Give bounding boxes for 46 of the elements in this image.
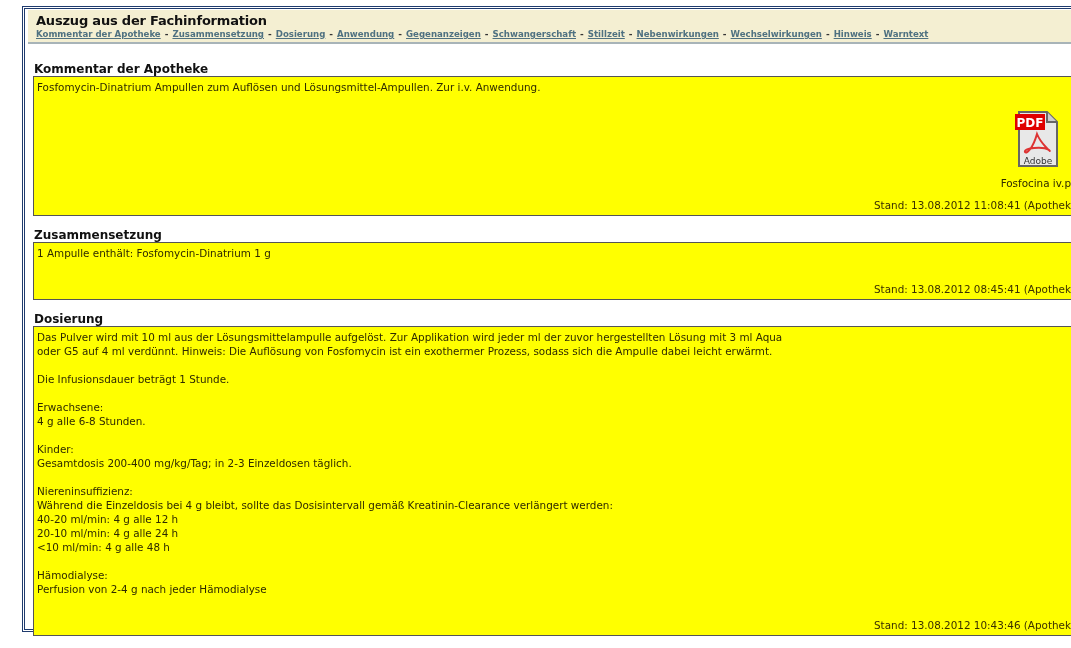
link-separator: -	[628, 29, 633, 39]
section-heading: Kommentar der Apotheke	[33, 62, 210, 76]
link-separator: -	[722, 29, 727, 39]
text-line: Perfusion von 2-4 g nach jeder Hämodialyse	[37, 582, 268, 596]
timestamp: Stand: 13.08.2012 11:08:41 (Apothek	[874, 198, 1071, 212]
section-link[interactable]: Nebenwirkungen	[636, 29, 719, 39]
page-title: Auszug aus der Fachinformation	[36, 13, 268, 28]
section-link[interactable]: Anwendung	[337, 29, 395, 39]
section-heading: Dosierung	[33, 312, 105, 326]
link-separator: -	[268, 29, 272, 39]
pdf-file-icon[interactable]: PDF Adobe	[1015, 108, 1059, 168]
text-line: Niereninsuffizienz:	[37, 484, 134, 498]
link-separator: -	[329, 29, 334, 39]
text-line: Während die Einzeldosis bei 4 g bleibt, sollte das Dosisintervall gemäß Kreatinin-Clearance verlängert werden:	[37, 498, 614, 512]
text-line: 40-20 ml/min: 4 g alle 12 h	[37, 512, 180, 526]
timestamp: Stand: 13.08.2012 08:45:41 (Apothek	[874, 282, 1071, 296]
text-line: Kinder:	[37, 442, 75, 456]
section-link[interactable]: Kommentar der Apotheke	[36, 29, 161, 39]
link-separator: -	[164, 29, 169, 39]
text-line: 20-10 ml/min: 4 g alle 24 h	[37, 526, 180, 540]
text-line: 1 Ampulle enthält: Fosfomycin-Dinatrium 1 g	[37, 246, 272, 260]
attachment-link[interactable]: Fosfocina iv.p	[1000, 176, 1071, 190]
text-line: Das Pulver wird mit 10 ml aus der Lösungsmittelampulle aufgelöst. Zur Applikation wird jeder ml der zuvor hergestellten Lösung mit 3 ml Aqua	[37, 330, 784, 344]
section-link[interactable]: Schwangerschaft	[492, 29, 576, 39]
section-link[interactable]: Wechselwirkungen	[730, 29, 822, 39]
section-link[interactable]: Zusammensetzung	[172, 29, 264, 39]
timestamp: Stand: 13.08.2012 10:43:46 (Apothek	[874, 618, 1071, 632]
text-line: oder G5 auf 4 ml verdünnt. Hinweis: Die Auflösung von Fosfomycin ist ein exothermer Prozess, sodass sich die Ampulle dabei leicht erwärmt.	[37, 344, 774, 358]
text-line: Fosfomycin-Dinatrium Ampullen zum Auflösen und Lösungsmittel-Ampullen. Zur i.v. Anwendung.	[37, 80, 542, 94]
link-separator: -	[580, 29, 584, 39]
link-separator: -	[484, 29, 489, 39]
section-link[interactable]: Dosierung	[275, 29, 326, 39]
text-line: Die Infusionsdauer beträgt 1 Stunde.	[37, 372, 231, 386]
section-link[interactable]: Warntext	[883, 29, 929, 39]
text-line: Hämodialyse:	[37, 568, 109, 582]
text-line: Gesamtdosis 200-400 mg/kg/Tag; in 2-3 Einzeldosen täglich.	[37, 456, 353, 470]
text-line: Erwachsene:	[37, 400, 105, 414]
section-heading: Zusammensetzung	[33, 228, 163, 242]
section-link[interactable]: Hinweis	[833, 29, 872, 39]
section-link[interactable]: Gegenanzeigen	[406, 29, 481, 39]
text-line: 4 g alle 6-8 Stunden.	[37, 414, 147, 428]
text-line: <10 ml/min: 4 g alle 48 h	[37, 540, 171, 554]
link-separator: -	[398, 29, 403, 39]
link-separator: -	[875, 29, 880, 39]
section-link[interactable]: Stillzeit	[587, 29, 625, 39]
link-separator: -	[825, 29, 830, 39]
